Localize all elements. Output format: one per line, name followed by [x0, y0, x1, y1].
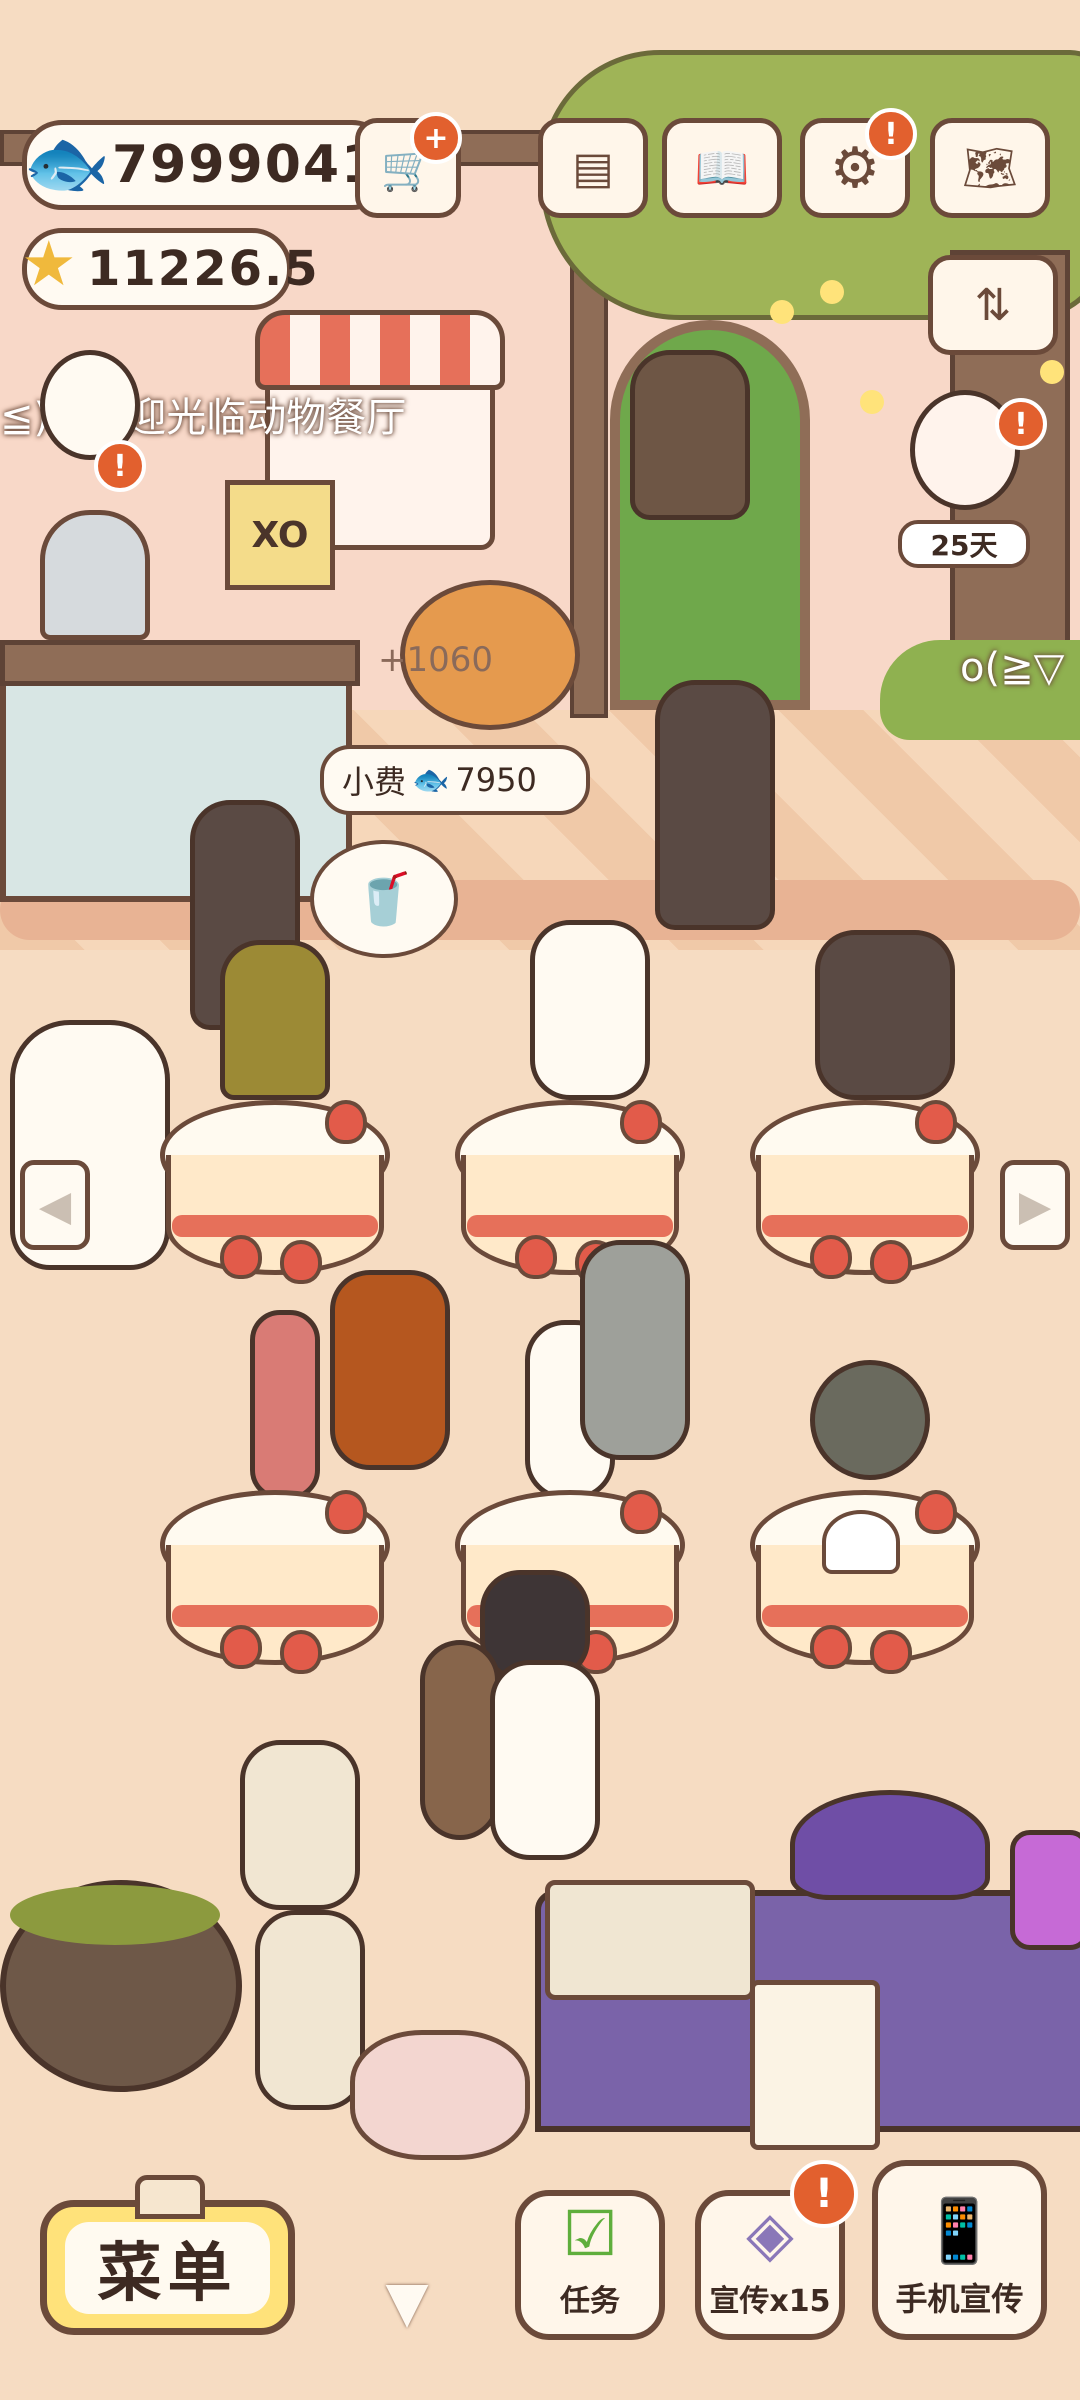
- pug-customer[interactable]: [255, 1910, 365, 2110]
- cat-detective-customer[interactable]: [530, 920, 650, 1100]
- ostrich-customer[interactable]: [250, 1310, 320, 1500]
- chihuahua-customer[interactable]: [490, 1660, 600, 1860]
- fish-icon: 🐟: [412, 762, 450, 798]
- map-icon: 🗺: [962, 143, 1018, 194]
- profile-card-button[interactable]: ▤: [538, 118, 648, 218]
- light-bulb: [1040, 360, 1064, 384]
- witch-hat: [790, 1790, 990, 1900]
- map-button[interactable]: 🗺: [930, 118, 1050, 218]
- visitor-alert-badge: !: [995, 398, 1047, 450]
- cart-plus-badge: +: [410, 112, 462, 164]
- layout-toggle-button[interactable]: ⇅: [928, 255, 1058, 355]
- scroll-paper: [750, 1980, 880, 2150]
- rabbit-customer[interactable]: [420, 1640, 500, 1840]
- star-counter: ★ 11226.5: [21, 227, 318, 310]
- counter-top: [0, 640, 360, 686]
- fish-coin-counter: 🐟 7999041: [22, 120, 392, 210]
- arrow-right-icon: ▶: [1018, 1180, 1052, 1230]
- pug-customer[interactable]: [240, 1740, 360, 1910]
- sort-toggle-icon: ⇅: [974, 279, 1012, 331]
- star-value: 11226.5: [87, 241, 320, 297]
- promo-alert-badge: !: [790, 2160, 858, 2228]
- menu-clip: [135, 2175, 205, 2219]
- scroll-left-arrow[interactable]: ◀: [20, 1160, 90, 1250]
- bear-customer[interactable]: [655, 680, 775, 930]
- marquee-right: o(≧▽: [960, 645, 1065, 691]
- fish-icon: 🐟: [23, 121, 111, 204]
- glass-dome: [40, 510, 150, 640]
- light-bulb: [770, 300, 794, 324]
- deer-customer[interactable]: [330, 1270, 450, 1470]
- profile-card-icon: ▤: [572, 142, 614, 194]
- star-icon: ★: [21, 227, 77, 300]
- phone-promo-label: 手机宣传: [895, 2280, 1024, 2318]
- pet-bed: [350, 2030, 530, 2160]
- light-bulb: [820, 280, 844, 304]
- recipe-book-icon: 📖: [694, 143, 750, 194]
- promo-label: 宣传x15: [709, 2284, 831, 2319]
- tip-label: 小费: [342, 763, 407, 801]
- visitor-days-label: 25天: [898, 520, 1030, 568]
- cake-table[interactable]: [750, 1100, 980, 1290]
- cake-table[interactable]: [160, 1490, 390, 1680]
- tip-bubble[interactable]: 小费 🐟 7950: [320, 745, 590, 815]
- earned-popup: +1060: [378, 640, 494, 680]
- collapse-toggle[interactable]: ▼: [362, 2269, 452, 2335]
- bear-standing-back[interactable]: [630, 350, 750, 520]
- rice-ball-dish: [822, 1510, 900, 1574]
- cake-table[interactable]: [160, 1100, 390, 1290]
- host-alert-badge: !: [94, 440, 146, 492]
- stall-awning: [255, 310, 505, 390]
- settings-alert-badge: !: [865, 108, 917, 160]
- recipe-book-button[interactable]: 📖: [662, 118, 782, 218]
- menu-button-inner: 菜单: [65, 2221, 270, 2314]
- shiba-customer[interactable]: [815, 930, 955, 1100]
- open-spellbook: [545, 1880, 755, 2000]
- menu-button[interactable]: 菜单: [40, 2200, 295, 2335]
- phone-paw-icon: 📱: [920, 2194, 999, 2267]
- chevron-down-icon: ▼: [385, 2269, 429, 2335]
- tasks-button[interactable]: ☑ 任务: [515, 2190, 665, 2340]
- xo-sign: XO: [225, 480, 335, 590]
- order-bubble-drink: 🥤: [310, 840, 458, 958]
- dachshund-customer[interactable]: [220, 940, 330, 1100]
- cauldron-potion: [10, 1885, 220, 1945]
- fish-coin-value: 7999041: [112, 135, 380, 195]
- phone-promo-button[interactable]: 📱 手机宣传: [872, 2160, 1047, 2340]
- tip-value: 7950: [455, 761, 537, 799]
- arrow-left-icon: ◀: [38, 1180, 72, 1230]
- xo-sign-text: XO: [251, 514, 309, 556]
- game-screen: XO +1060 ≦)o 欢迎光临动物餐厅 o(≧▽ 25天 ! ! 小费 🐟 …: [0, 0, 1080, 2400]
- menu-label: 菜单: [97, 2236, 238, 2311]
- scroll-right-arrow[interactable]: ▶: [1000, 1160, 1070, 1250]
- light-bulb: [860, 390, 884, 414]
- french-bulldog-customer[interactable]: [580, 1240, 690, 1460]
- flyer-icon: ◈: [746, 2197, 794, 2270]
- mouse-customer[interactable]: [810, 1360, 930, 1480]
- checklist-icon: ☑: [562, 2197, 618, 2270]
- potion-bottle: [1010, 1830, 1080, 1950]
- tasks-label: 任务: [560, 2284, 620, 2319]
